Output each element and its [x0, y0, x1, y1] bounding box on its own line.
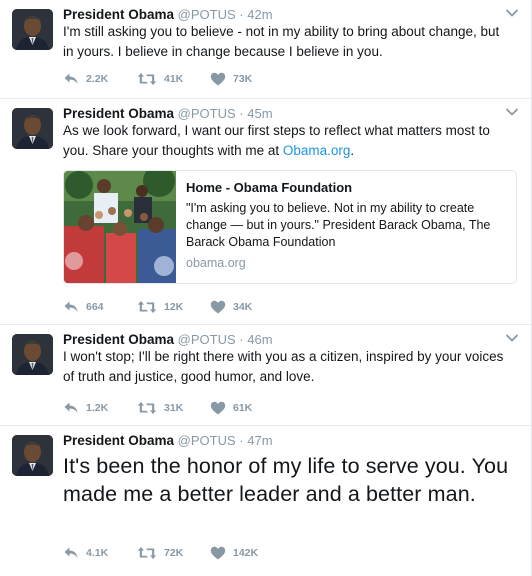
tweet-header: President Obama @POTUS · 45m [63, 105, 273, 122]
reply-count: 1.2K [86, 402, 109, 414]
heart-icon [210, 300, 226, 314]
like-count: 73K [233, 73, 253, 85]
card-domain: obama.org [186, 256, 246, 270]
reply-button[interactable]: 664 [63, 300, 137, 314]
reply-icon [63, 72, 79, 86]
reply-button[interactable]: 1.2K [63, 401, 137, 415]
username[interactable]: @POTUS [178, 7, 236, 22]
reply-icon [63, 300, 79, 314]
chevron-down-icon[interactable] [505, 107, 519, 117]
like-button[interactable]: 61K [210, 401, 290, 415]
display-name[interactable]: President Obama [63, 106, 174, 121]
retweet-icon [137, 401, 157, 415]
tweet[interactable]: President Obama @POTUS · 47m It's been t… [0, 426, 531, 576]
tweet[interactable]: President Obama @POTUS · 42m I'm still a… [0, 0, 531, 99]
retweet-icon [137, 300, 157, 314]
avatar[interactable] [12, 334, 53, 375]
tweet-actions: 2.2K 41K 73K [63, 70, 290, 88]
like-count: 142K [233, 547, 259, 559]
reply-icon [63, 401, 79, 415]
link-preview-card[interactable]: Home - Obama Foundation "I'm asking you … [63, 170, 517, 284]
reply-count: 664 [86, 301, 104, 313]
like-button[interactable]: 73K [210, 72, 290, 86]
tweet-header: President Obama @POTUS · 47m [63, 432, 273, 449]
reply-count: 2.2K [86, 73, 109, 85]
like-count: 61K [233, 402, 253, 414]
retweet-count: 41K [164, 73, 184, 85]
tweet-text-end: . [350, 143, 355, 158]
tweet-timeline: President Obama @POTUS · 42m I'm still a… [0, 0, 532, 576]
avatar[interactable] [12, 108, 53, 149]
chevron-down-icon[interactable] [505, 8, 519, 18]
card-body: Home - Obama Foundation "I'm asking you … [186, 179, 506, 270]
tweet-text-body: As we look forward, I want our first ste… [63, 123, 490, 158]
retweet-button[interactable]: 12K [137, 300, 210, 314]
tweet-text: It's been the honor of my life to serve … [63, 454, 509, 506]
heart-icon [210, 72, 226, 86]
retweet-button[interactable]: 41K [137, 72, 210, 86]
username[interactable]: @POTUS [178, 433, 236, 448]
separator: · [239, 106, 244, 121]
retweet-button[interactable]: 72K [137, 546, 210, 560]
display-name[interactable]: President Obama [63, 332, 174, 347]
reply-button[interactable]: 4.1K [63, 546, 137, 560]
tweet-header: President Obama @POTUS · 42m [63, 6, 273, 23]
separator: · [239, 332, 244, 347]
username[interactable]: @POTUS [178, 332, 236, 347]
card-image [64, 171, 176, 283]
tweet-actions: 1.2K 31K 61K [63, 399, 290, 417]
timestamp[interactable]: 47m [247, 433, 272, 448]
tweet[interactable]: President Obama @POTUS · 45m As we look … [0, 99, 531, 325]
retweet-count: 72K [164, 547, 184, 559]
display-name[interactable]: President Obama [63, 433, 174, 448]
avatar[interactable] [12, 435, 53, 476]
card-description: "I'm asking you to believe. Not in my ab… [186, 201, 491, 249]
reply-count: 4.1K [86, 547, 109, 559]
separator: · [239, 7, 244, 22]
chevron-down-icon[interactable] [505, 333, 519, 343]
tweet-actions: 664 12K 34K [63, 298, 290, 316]
avatar[interactable] [12, 9, 53, 50]
tweet[interactable]: President Obama @POTUS · 46m I won't sto… [0, 325, 531, 426]
tweet-link[interactable]: Obama.org [283, 143, 351, 158]
card-title: Home - Obama Foundation [186, 180, 353, 195]
retweet-count: 31K [164, 402, 184, 414]
username[interactable]: @POTUS [178, 106, 236, 121]
heart-icon [210, 546, 226, 560]
like-button[interactable]: 34K [210, 300, 290, 314]
timestamp[interactable]: 42m [247, 7, 272, 22]
reply-button[interactable]: 2.2K [63, 72, 137, 86]
reply-icon [63, 546, 79, 560]
retweet-icon [137, 546, 157, 560]
retweet-button[interactable]: 31K [137, 401, 210, 415]
timestamp[interactable]: 46m [247, 332, 272, 347]
tweet-text: I won't stop; I'll be right there with y… [63, 349, 504, 384]
display-name[interactable]: President Obama [63, 7, 174, 22]
retweet-count: 12K [164, 301, 184, 313]
timestamp[interactable]: 45m [247, 106, 272, 121]
tweet-text: As we look forward, I want our first ste… [63, 121, 513, 161]
tweet-actions: 4.1K 72K 142K [63, 544, 290, 562]
tweet-text: I'm still asking you to believe - not in… [63, 24, 500, 59]
like-button[interactable]: 142K [210, 546, 290, 560]
tweet-header: President Obama @POTUS · 46m [63, 331, 273, 348]
like-count: 34K [233, 301, 253, 313]
separator: · [239, 433, 244, 448]
heart-icon [210, 401, 226, 415]
retweet-icon [137, 72, 157, 86]
